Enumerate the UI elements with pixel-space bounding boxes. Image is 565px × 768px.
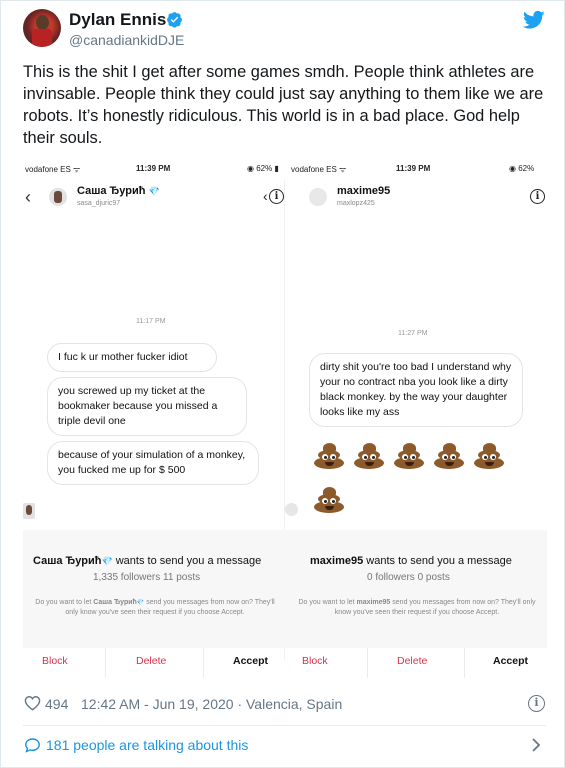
- right-request-description: Do you want to let maxime95 send you mes…: [298, 599, 536, 616]
- left-info-chevron-icon: ‹: [263, 188, 268, 204]
- author-display-name[interactable]: Dylan Ennis: [69, 10, 166, 30]
- poop-emoji-icon: [473, 442, 505, 470]
- tweet-text: This is the shit I get after some games …: [23, 63, 544, 147]
- author-avatar[interactable]: [23, 9, 61, 47]
- poop-emoji-icon: [353, 442, 385, 470]
- right-delete-button[interactable]: Delete: [397, 655, 427, 667]
- right-sender-avatar: [285, 503, 298, 516]
- twitter-bird-icon[interactable]: [523, 10, 545, 30]
- left-status-time: 11:39 PM: [136, 164, 171, 173]
- left-block-button[interactable]: Block: [42, 655, 68, 667]
- chevron-right-icon[interactable]: [531, 738, 541, 752]
- avatar-head: [36, 15, 49, 30]
- verified-badge-icon: [167, 12, 182, 28]
- right-status-carrier: vodafone ES ᯤ: [291, 165, 347, 174]
- separator: [367, 648, 368, 678]
- separator: [464, 648, 465, 678]
- tweet-card: Dylan Ennis @canadiankidDJE This is the …: [0, 0, 565, 768]
- left-chat-avatar[interactable]: [49, 188, 67, 206]
- left-message-time: 11:17 PM: [136, 318, 166, 325]
- embedded-image[interactable]: vodafone ES ᯤ 11:39 PM ◉ 62% ▮ vodafone …: [23, 158, 547, 684]
- message-request-box: [23, 530, 547, 648]
- right-accept-button[interactable]: Accept: [493, 655, 528, 667]
- left-accept-button[interactable]: Accept: [233, 655, 268, 667]
- right-request-stats: 0 followers 0 posts: [367, 572, 450, 583]
- poop-emoji-icon: [313, 486, 345, 514]
- right-message-1: dirty shit you're too bad I understand w…: [309, 353, 523, 427]
- left-info-icon[interactable]: i: [269, 189, 284, 204]
- back-arrow-icon[interactable]: ‹: [25, 187, 31, 208]
- like-count[interactable]: 494: [45, 696, 68, 712]
- poop-emoji-icon: [433, 442, 465, 470]
- avatar-jersey: [32, 29, 52, 47]
- tweet-timestamp[interactable]: 12:42 AM - Jun 19, 2020 · Valencia, Spai…: [81, 696, 342, 712]
- right-chat-name[interactable]: maxime95: [337, 185, 390, 197]
- right-status-battery: ◉ 62%: [509, 164, 535, 173]
- left-request-description: Do you want to let Саша Ђурић💎 send you …: [35, 599, 275, 616]
- right-request-title: maxime95 wants to send you a message: [310, 555, 512, 567]
- left-delete-button[interactable]: Delete: [136, 655, 166, 667]
- left-chat-name[interactable]: Саша Ђурић 💎: [77, 185, 160, 197]
- left-status-battery: ◉ 62% ▮: [247, 164, 279, 173]
- left-sender-avatar: [23, 503, 35, 519]
- left-request-stats: 1,335 followers 11 posts: [93, 572, 201, 583]
- left-message-1: I fuc k ur mother fucker idiot: [47, 343, 217, 372]
- right-status-time: 11:39 PM: [396, 164, 431, 173]
- left-request-title: Саша Ђурић💎 wants to send you a message: [33, 555, 262, 567]
- right-message-time: 11:27 PM: [398, 330, 428, 337]
- diamond-icon: 💎: [101, 556, 113, 566]
- left-message-3: because of your simulation of a monkey, …: [47, 441, 259, 485]
- comment-icon[interactable]: [24, 737, 41, 753]
- poop-emoji-row: [313, 442, 513, 475]
- poop-emoji-icon: [313, 442, 345, 470]
- separator: [203, 648, 204, 678]
- separator: [105, 648, 106, 678]
- right-block-button[interactable]: Block: [302, 655, 328, 667]
- left-chat-username: sasa_djuric97: [77, 200, 121, 207]
- left-status-carrier: vodafone ES ᯤ: [25, 165, 81, 174]
- right-info-icon[interactable]: i: [530, 189, 545, 204]
- diamond-icon: 💎: [148, 186, 160, 196]
- footer-divider: [23, 725, 546, 726]
- poop-emoji-row-2: [313, 486, 353, 519]
- poop-emoji-icon: [393, 442, 425, 470]
- author-handle[interactable]: @canadiankidDJE: [69, 32, 184, 48]
- right-chat-username: maxlopz425: [337, 200, 375, 207]
- left-message-2: you screwed up my ticket at the bookmake…: [47, 377, 247, 436]
- conversation-link[interactable]: 181 people are talking about this: [46, 737, 248, 753]
- right-chat-avatar[interactable]: [309, 188, 327, 206]
- info-icon[interactable]: i: [528, 695, 545, 712]
- heart-icon[interactable]: [24, 695, 41, 711]
